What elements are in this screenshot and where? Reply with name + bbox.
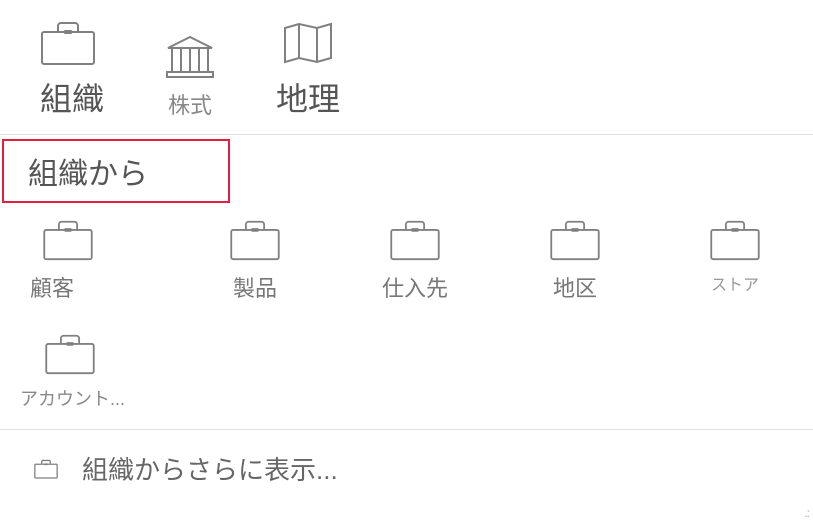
category-label: 株式 (168, 88, 212, 120)
briefcase-icon (709, 219, 761, 261)
briefcase-icon (34, 459, 58, 479)
item-product[interactable]: 製品 (180, 219, 330, 303)
divider (0, 134, 813, 135)
item-supplier[interactable]: 仕入先 (340, 219, 490, 303)
resize-grip-icon[interactable]: .: (804, 506, 809, 520)
bank-icon (164, 34, 216, 80)
item-label: 製品 (233, 271, 277, 303)
category-geography[interactable]: 地理 (276, 20, 340, 120)
item-label: アカウント... (20, 385, 125, 411)
briefcase-icon (40, 20, 96, 66)
item-label: 仕入先 (382, 271, 448, 303)
item-store[interactable]: ストア (660, 219, 810, 303)
item-label: 顧客 (30, 271, 74, 303)
briefcase-icon (42, 219, 94, 261)
show-more-organization[interactable]: 組織からさらに表示... (0, 430, 813, 487)
item-customer[interactable]: 顧客 (20, 219, 170, 303)
briefcase-icon (44, 333, 96, 375)
category-label: 組織 (40, 74, 104, 120)
section-header-organization-from: 組織から (2, 139, 230, 203)
category-organization[interactable]: 組織 (40, 20, 104, 120)
show-more-label: 組織からさらに表示... (82, 450, 338, 487)
section-header-label: 組織から (28, 158, 148, 191)
briefcase-icon (389, 219, 441, 261)
map-icon (281, 20, 335, 66)
item-label: ストア (711, 271, 759, 295)
briefcase-icon (549, 219, 601, 261)
item-account[interactable]: アカウント... (44, 333, 125, 411)
category-stock[interactable]: 株式 (164, 34, 216, 120)
briefcase-icon (229, 219, 281, 261)
item-label: 地区 (553, 271, 597, 303)
item-district[interactable]: 地区 (500, 219, 650, 303)
category-label: 地理 (276, 74, 340, 120)
